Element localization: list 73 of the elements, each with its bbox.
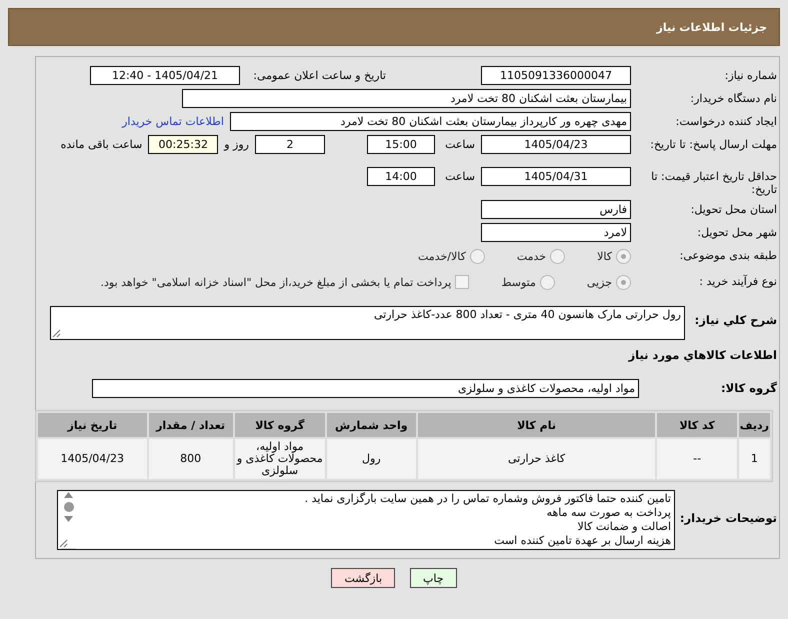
radio-button[interactable] [616,275,631,290]
contact-link[interactable]: اطلاعات تماس خریدار [122,112,224,128]
table-cell: کاغذ حرارتی [418,439,656,479]
scroll-thumb-icon[interactable] [64,502,74,512]
requester-field: مهدی چهره ور کارپرداز بیمارستان بعثت اشکنان 80 تخت لامرد [230,112,631,131]
note-line: تامین کننده حتما فاکتور فروش وشماره تماس را در همین سایت بارگزاری نماید . [304,492,671,506]
note-line: هزینه ارسال بر عهدة تامین کننده است [493,534,671,548]
section-heading: اطلاعات کالاهاي مورد نیاز [627,347,777,362]
column-header: تعداد / مقدار [148,413,233,437]
note-line: اصالت و ضمانت کالا [576,520,671,534]
summary-textarea[interactable]: رول حرارتی مارک هانسون 40 متری - تعداد 800 عدد-کاغذ حرارتی [50,306,685,340]
field-label: نام دستگاه خریدار: [689,91,777,105]
time-label: ساعت [444,169,475,183]
field-label: حداقل تاریخ اعتبار قیمت: تا تاریخ: [650,169,777,196]
goods-group-field: مواد اولیه، محصولات کاغذی و سلولزی [92,379,639,398]
table-cell: مواد اولیه، محصولات کاغذی و سلولزی [234,439,326,479]
checkbox[interactable] [455,275,470,289]
radio-label: کالا/خدمت [418,250,466,263]
radio-label: جزیی [586,276,612,289]
remaining-time-field: 00:25:32 [148,135,218,154]
field-label: گروه کالا: [720,380,777,395]
field-label: تاریخ و ساعت اعلان عمومی: [252,68,386,82]
buyer-notes-textarea[interactable]: تامین کننده حتما فاکتور فروش وشماره تماس را در همین سایت بارگزاری نماید . پرداخت به صورت سه ماهه اصالت و ضمانت کالا هزینه ارسال بر عهدة تامین کننده است [57,490,675,550]
radio-button[interactable] [550,249,566,264]
field-label: شهر محل تحویل: [696,225,777,239]
field-label: مهلت ارسال پاسخ: تا تاریخ: [649,137,777,151]
note-line: پرداخت به صورت سه ماهه [546,506,671,520]
city-field: لامرد [481,223,631,242]
province-field: فارس [481,200,631,219]
validity-date-field: 1405/04/31 [481,167,631,186]
table-cell: 1405/04/23 [38,439,147,479]
radio-button[interactable] [470,249,485,264]
column-header: نام کالا [418,413,656,437]
table-cell: -- [657,439,737,479]
column-header: تاریخ نیاز [38,413,147,437]
field-label: استان محل تحویل: [690,202,777,216]
radio-label: متوسط [501,276,536,289]
column-header: واحد شمارش [327,413,416,437]
field-label: ایجاد کننده درخواست: [674,114,777,128]
checkbox-label: پرداخت تمام یا بخشی از مبلغ خرید،از محل "اسناد خزانه اسلامی" خواهد بود. [100,276,452,288]
time-label: ساعت [444,137,475,151]
radio-button[interactable] [616,249,631,264]
column-header: گروه کالا [234,413,326,437]
scrollbar[interactable] [61,492,76,549]
buyer-org-field: بیمارستان بعثت اشکنان 80 تخت لامرد [182,89,631,108]
column-header: ردیف [738,413,770,437]
radio-label: خدمت [516,250,546,263]
field-label: توضیحات خریدار: [681,510,777,525]
validity-time-field: 14:00 [367,167,435,186]
field-label: طبقه بندی موضوعی: [678,248,777,262]
scroll-up-icon[interactable] [64,492,73,498]
column-header: کد کالا [657,413,737,437]
scroll-down-icon[interactable] [64,516,73,522]
field-label: شماره نیاز: [724,68,777,82]
back-button[interactable]: بازگشت [331,568,396,588]
resize-grip-icon [59,539,68,548]
table-cell: 800 [148,439,233,479]
radio-label: کالا [597,250,612,263]
deadline-date-field: 1405/04/23 [481,135,631,154]
field-label: شرح کلي نیاز: [694,312,777,327]
announce-date-field: 1405/04/21 - 12:40 [90,66,240,85]
page-title: جزئیات اطلاعات نیاز [656,20,767,34]
deadline-time-field: 15:00 [367,135,435,154]
print-button[interactable]: چاپ [410,568,457,588]
field-label: نوع فرآیند خرید : [698,274,777,288]
resize-grip-icon [52,329,61,338]
need-number-field: 1105091336000047 [481,66,631,85]
remaining-label: ساعت باقی مانده [60,137,142,151]
radio-button[interactable] [540,275,555,290]
days-label: روز و [224,137,249,151]
table-cell: رول [327,439,416,479]
table-cell: 1 [738,439,770,479]
days-field: 2 [255,135,325,154]
